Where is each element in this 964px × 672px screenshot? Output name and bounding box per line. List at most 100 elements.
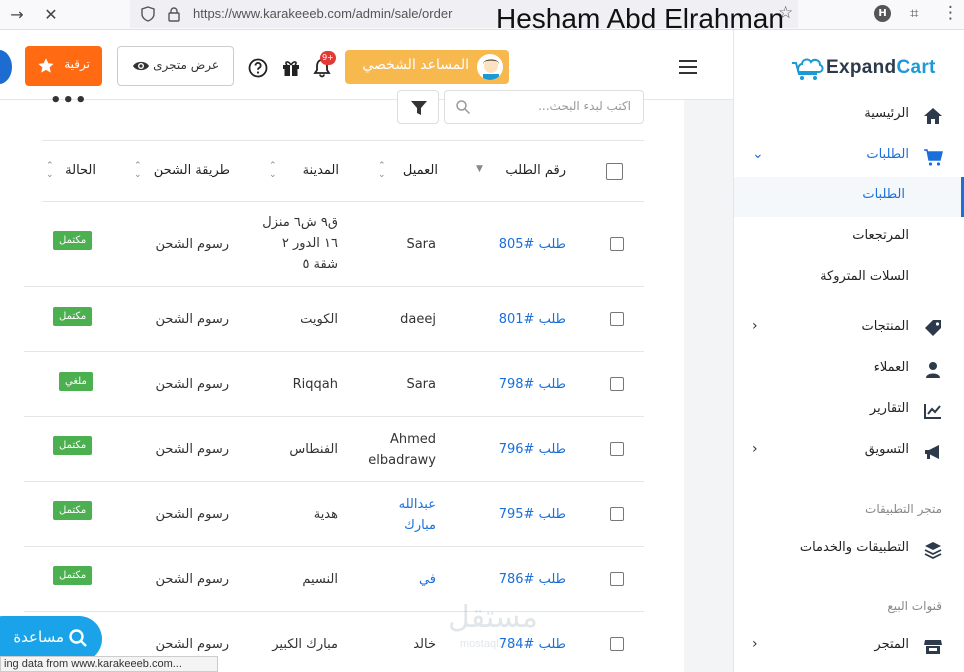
user-avatar[interactable] (0, 50, 12, 84)
extension-h-icon[interactable]: H (874, 5, 891, 22)
customer-name: خالد (413, 637, 436, 652)
brand-prefix: Expand (826, 57, 897, 78)
floating-help-label: مساعدة (13, 628, 64, 646)
sort-icon[interactable]: ⌃ ⌄ (378, 162, 386, 180)
lock-icon[interactable] (166, 6, 182, 22)
table-row[interactable]: طلب #805 Sara ق٩ ش٦ منزل ١٦ الدور ٢ شقة … (24, 202, 644, 287)
view-store-label: عرض متجرى (153, 58, 219, 72)
home-icon (924, 108, 942, 124)
watermark-latin: mostaql.com (460, 638, 523, 650)
table-row[interactable]: طلب #796 Ahmed elbadrawy الفنطاس رسوم ال… (24, 417, 644, 482)
more-options-icon[interactable]: ••• (50, 90, 88, 111)
table-row[interactable]: طلب #795 عبدالله مبارك هدية رسوم الشحن م… (24, 482, 644, 547)
sidebar-item-home[interactable]: الرئيسية (734, 96, 964, 136)
shipping-method: رسوم الشحن (155, 572, 229, 587)
expandcart-logo[interactable]: ExpandCart (790, 52, 936, 84)
customer-name: daeej (400, 312, 436, 327)
select-all-checkbox[interactable] (606, 163, 623, 180)
sort-icon[interactable]: ⌃ ⌄ (46, 162, 54, 180)
row-checkbox[interactable] (610, 442, 624, 456)
shield-icon[interactable] (140, 6, 156, 22)
table-row[interactable]: طلب #798 Sara Riqqah رسوم الشحن ملغي (24, 352, 644, 417)
forward-arrow-icon[interactable]: → (6, 4, 28, 26)
search-icon (69, 629, 87, 647)
sort-icon[interactable]: ⌃ ⌄ (269, 162, 277, 180)
city-text: Riqqah (292, 377, 338, 392)
row-checkbox[interactable] (610, 377, 624, 391)
order-number-link[interactable]: طلب #786 (499, 569, 566, 590)
chevron-right-icon: › (752, 318, 758, 334)
sidebar-item-products[interactable]: المنتجات › (734, 309, 964, 349)
assistant-label: المساعد الشخصي (362, 57, 469, 73)
status-badge: ملغي (59, 372, 93, 391)
eye-icon (133, 61, 149, 71)
app-store-section-title: متجر التطبيقات (865, 502, 942, 516)
order-number-link[interactable]: طلب #805 (499, 234, 566, 255)
row-checkbox[interactable] (610, 312, 624, 326)
th-customer[interactable]: العميل (403, 163, 438, 178)
brand-name: ExpandCart (826, 57, 936, 79)
sidebar-label-orders: الطلبات (866, 147, 909, 162)
sidebar-item-apps[interactable]: التطبيقات والخدمات (734, 530, 964, 570)
search-input[interactable]: اكتب لبدء البحث... (444, 90, 644, 124)
close-icon[interactable]: ✕ (40, 4, 62, 26)
sidebar-subitem-orders[interactable]: الطلبات (734, 177, 964, 217)
sidebar-item-marketing[interactable]: التسويق › (734, 432, 964, 472)
layers-icon (924, 542, 942, 560)
upgrade-label: ترقية (64, 57, 90, 71)
sort-desc-icon[interactable]: ▼ (476, 165, 483, 174)
watermark-arabic: مستقل (448, 600, 538, 635)
city-text: الكويت (300, 312, 338, 327)
order-number-link[interactable]: طلب #795 (499, 504, 566, 525)
browser-menu-icon[interactable]: ⋮ (942, 3, 959, 23)
sidebar-item-customers[interactable]: العملاء (734, 350, 964, 390)
crop-extension-icon[interactable]: ⌗ (910, 4, 918, 22)
th-city[interactable]: المدينة (303, 163, 339, 178)
shipping-method: رسوم الشحن (155, 237, 229, 252)
personal-assistant-button[interactable]: المساعد الشخصي (345, 50, 509, 84)
sidebar-subitem-returns[interactable]: المرتجعات (734, 218, 964, 258)
gift-icon[interactable] (281, 58, 301, 78)
th-status[interactable]: الحالة (65, 163, 96, 178)
filter-button[interactable] (397, 90, 439, 124)
cart-cloud-icon (792, 58, 824, 80)
bookmark-star-icon[interactable]: ☆ (778, 3, 793, 23)
status-badge: مكتمل (53, 307, 93, 326)
th-shipping[interactable]: طريقة الشحن (154, 163, 230, 178)
table-row[interactable]: طلب #801 daeej الكويت رسوم الشحن مكتمل (24, 287, 644, 352)
sidebar-sublabel-orders: الطلبات (862, 187, 905, 202)
sidebar-sublabel-returns: المرتجعات (852, 228, 909, 243)
chevron-down-icon: ⌄ (752, 146, 764, 162)
sidebar-sublabel-abandoned: السلات المتروكة (820, 269, 909, 284)
view-store-button[interactable]: عرض متجرى (117, 46, 234, 86)
sidebar-item-orders[interactable]: الطلبات ⌄ (734, 137, 964, 177)
url-text[interactable]: https://www.karakeeeb.com/admin/sale/ord… (193, 6, 452, 21)
row-checkbox[interactable] (610, 637, 624, 651)
sidebar-item-store[interactable]: المتجر › (734, 627, 964, 667)
star-icon (38, 58, 54, 73)
status-badge: مكتمل (53, 231, 93, 250)
sidebar-item-reports[interactable]: التقارير (734, 391, 964, 431)
status-badge: مكتمل (53, 501, 93, 520)
sort-icon[interactable]: ⌃ ⌄ (134, 162, 142, 180)
table-row[interactable]: طلب #786 في النسيم رسوم الشحن مكتمل (24, 547, 644, 612)
customer-name: Ahmed elbadrawy (368, 432, 436, 468)
th-order-no[interactable]: رقم الطلب (505, 163, 566, 178)
row-checkbox[interactable] (610, 507, 624, 521)
city-text: النسيم (302, 572, 338, 587)
notifications-badge: 9+ (320, 51, 336, 65)
customer-name-link[interactable]: في (419, 569, 436, 590)
order-number-link[interactable]: طلب #798 (499, 374, 566, 395)
menu-toggle-icon[interactable] (679, 60, 697, 74)
sidebar: ExpandCart الرئيسية الطلبات ⌄ الطلبات ال… (733, 30, 964, 672)
chart-icon (924, 404, 941, 419)
help-icon[interactable] (248, 58, 268, 78)
upgrade-button[interactable]: ترقية (25, 46, 102, 86)
row-checkbox[interactable] (610, 572, 624, 586)
order-number-link[interactable]: طلب #796 (499, 439, 566, 460)
sidebar-subitem-abandoned-carts[interactable]: السلات المتروكة (734, 259, 964, 299)
assistant-avatar-icon (483, 59, 499, 80)
customer-name-link[interactable]: عبدالله مبارك (386, 494, 436, 536)
row-checkbox[interactable] (610, 237, 624, 251)
order-number-link[interactable]: طلب #801 (499, 309, 566, 330)
